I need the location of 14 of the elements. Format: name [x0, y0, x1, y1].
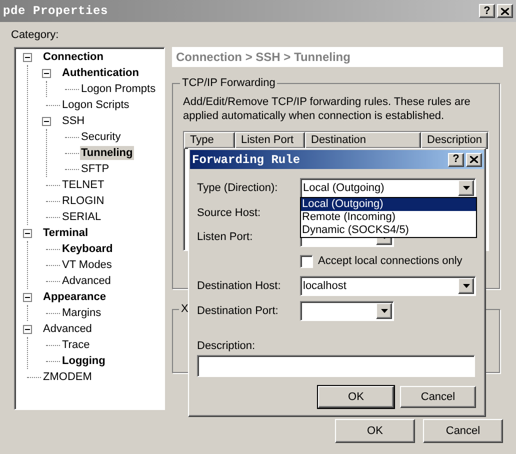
field-label: Listen Port: [197, 230, 254, 245]
field-label: Source Host: [197, 206, 262, 221]
field-label: Destination Port: [197, 304, 280, 319]
dialog-title: Forwarding Rule [192, 152, 300, 168]
description-text: Add/Edit/Remove TCP/IP forwarding rules. These rules are applied automatically when connection is established. [183, 94, 472, 122]
group-title: TCP/IP Forwarding [181, 76, 276, 91]
breadcrumb: Connection > SSH > Tunneling [172, 47, 503, 67]
window-title: pde Properties [3, 3, 108, 20]
group-title: X [180, 302, 190, 317]
field-label: Description: [197, 340, 256, 353]
category-label: Category: [11, 29, 59, 42]
field-label: Destination Host: [197, 278, 282, 294]
checkbox-label: Accept local connections only [318, 254, 462, 269]
field-label: Type (Direction): [197, 180, 279, 196]
